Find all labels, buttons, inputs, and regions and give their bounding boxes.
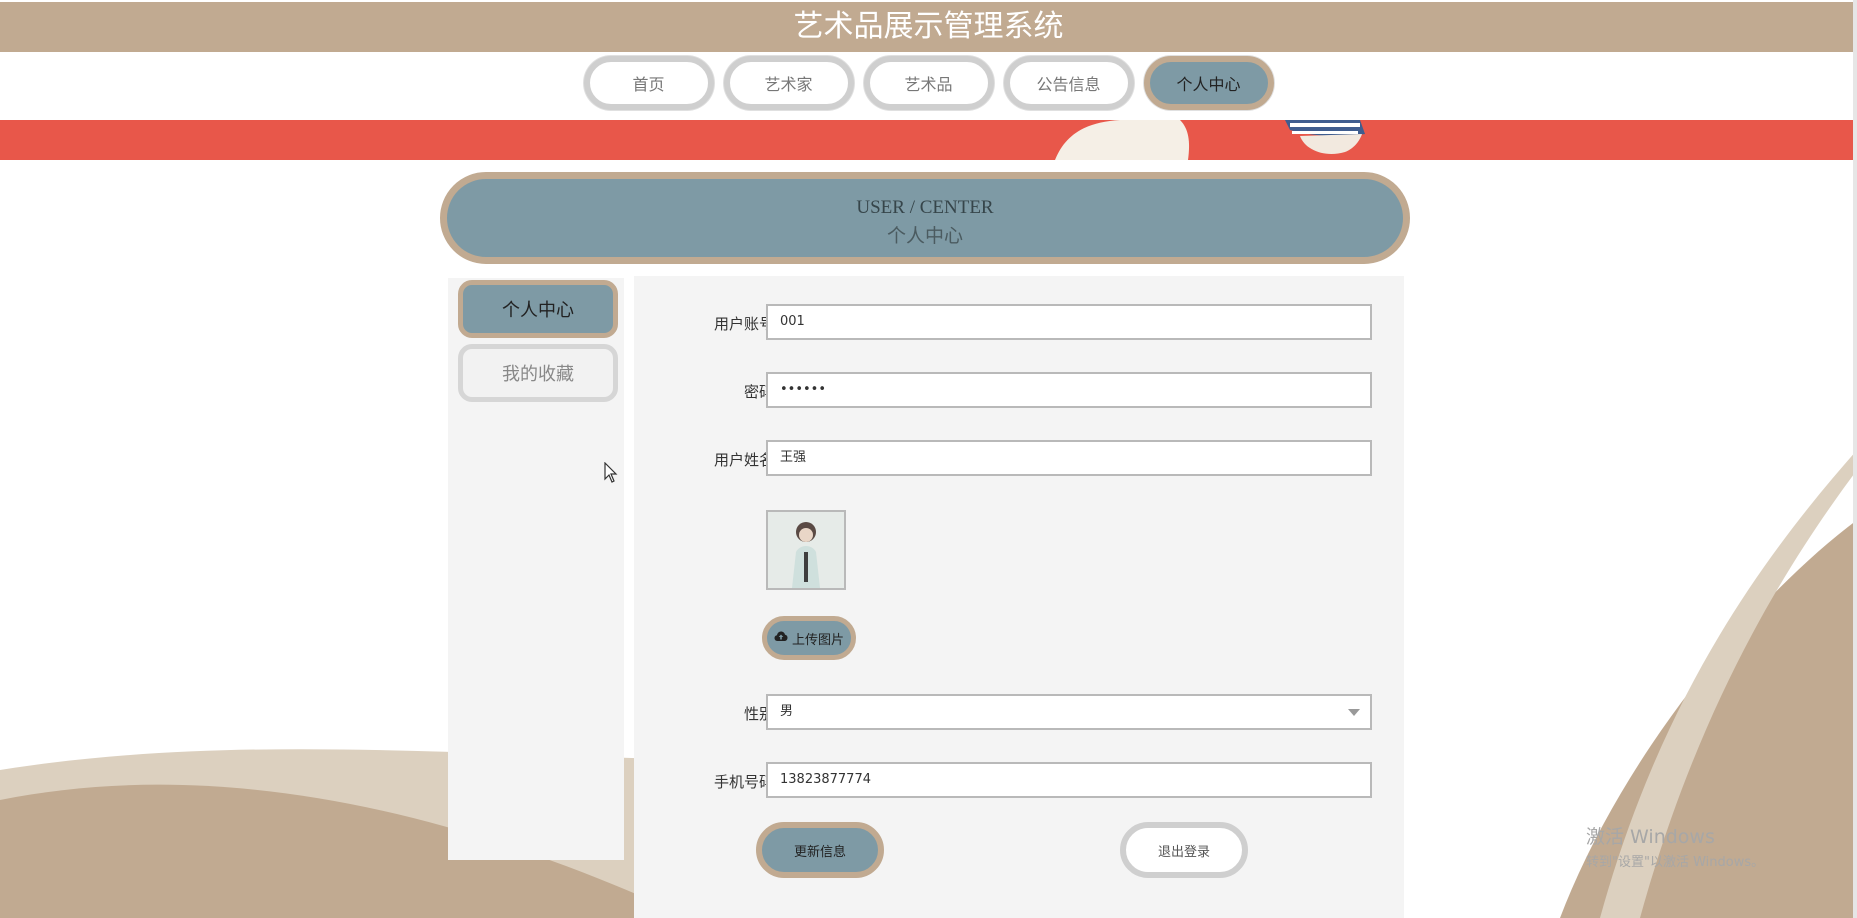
watermark-line1: 激活 Windows	[1586, 826, 1715, 848]
cloud-upload-icon	[774, 630, 788, 646]
form-row-phone: 手机号码 13823877774	[634, 762, 1404, 802]
nav-artworks[interactable]: 艺术品	[863, 56, 994, 110]
nav-home[interactable]: 首页	[583, 56, 714, 110]
sidebar-item-label: 我的收藏	[502, 364, 574, 385]
phone-label: 手机号码	[713, 773, 774, 791]
upload-button-label: 上传图片	[791, 632, 844, 648]
logout-button-label: 退出登录	[1157, 844, 1210, 860]
nav-artists-label: 艺术家	[764, 75, 813, 94]
profile-form-panel: 用户账号 001 密码 •••••• 用户姓名 王强 上传图片 性别 男 手机号…	[634, 276, 1404, 918]
page-scrollbar[interactable]	[1853, 0, 1857, 918]
phone-input[interactable]: 13823877774	[766, 762, 1372, 798]
form-row-password: 密码 ••••••	[634, 372, 1404, 412]
page-header: USER / CENTER 个人中心	[440, 172, 1410, 264]
sidebar-item-user-center[interactable]: 个人中心	[458, 280, 618, 338]
avatar-portrait	[768, 512, 844, 588]
sidebar-item-label: 个人中心	[502, 300, 574, 321]
name-label: 用户姓名	[713, 451, 774, 469]
nav-user-center-label: 个人中心	[1176, 75, 1241, 94]
form-row-account: 用户账号 001	[634, 304, 1404, 344]
sidebar: 个人中心 我的收藏	[448, 278, 624, 860]
account-input[interactable]: 001	[766, 304, 1372, 340]
mouse-cursor-icon	[604, 462, 618, 483]
upload-image-button[interactable]: 上传图片	[762, 616, 856, 660]
nav-home-label: 首页	[632, 75, 665, 94]
update-info-button[interactable]: 更新信息	[756, 822, 884, 878]
avatar-image	[766, 510, 846, 590]
nav-announcements-label: 公告信息	[1036, 75, 1101, 94]
windows-activation-watermark: 激活 Windows 转到"设置"以激活 Windows。	[1586, 822, 1764, 870]
chevron-down-icon	[1348, 709, 1360, 716]
logout-button[interactable]: 退出登录	[1120, 822, 1248, 878]
password-label: 密码	[743, 383, 774, 401]
nav-artists[interactable]: 艺术家	[723, 56, 854, 110]
update-button-label: 更新信息	[793, 844, 846, 860]
nav-user-center[interactable]: 个人中心	[1143, 56, 1274, 110]
watermark-line2: 转到"设置"以激活 Windows。	[1586, 855, 1765, 870]
password-input[interactable]: ••••••	[766, 372, 1372, 408]
header-en-title: USER / CENTER	[856, 197, 994, 218]
banner-illustration	[1055, 120, 1365, 160]
nav-announcements[interactable]: 公告信息	[1003, 56, 1134, 110]
nav-artworks-label: 艺术品	[904, 75, 953, 94]
hero-banner	[0, 120, 1857, 160]
main-nav: 首页 艺术家 艺术品 公告信息 个人中心	[0, 56, 1857, 116]
name-input[interactable]: 王强	[766, 440, 1372, 476]
app-title-bar: 艺术品展示管理系统	[0, 2, 1857, 52]
gender-select[interactable]: 男	[766, 694, 1372, 730]
header-zh-title: 个人中心	[886, 226, 963, 247]
account-label: 用户账号	[713, 315, 774, 333]
sidebar-item-favorites[interactable]: 我的收藏	[458, 344, 618, 402]
form-row-name: 用户姓名 王强	[634, 440, 1404, 480]
form-row-gender: 性别 男	[634, 694, 1404, 734]
app-title: 艺术品展示管理系统	[793, 9, 1064, 44]
gender-selected-value: 男	[780, 704, 794, 719]
gender-label: 性别	[743, 705, 774, 723]
